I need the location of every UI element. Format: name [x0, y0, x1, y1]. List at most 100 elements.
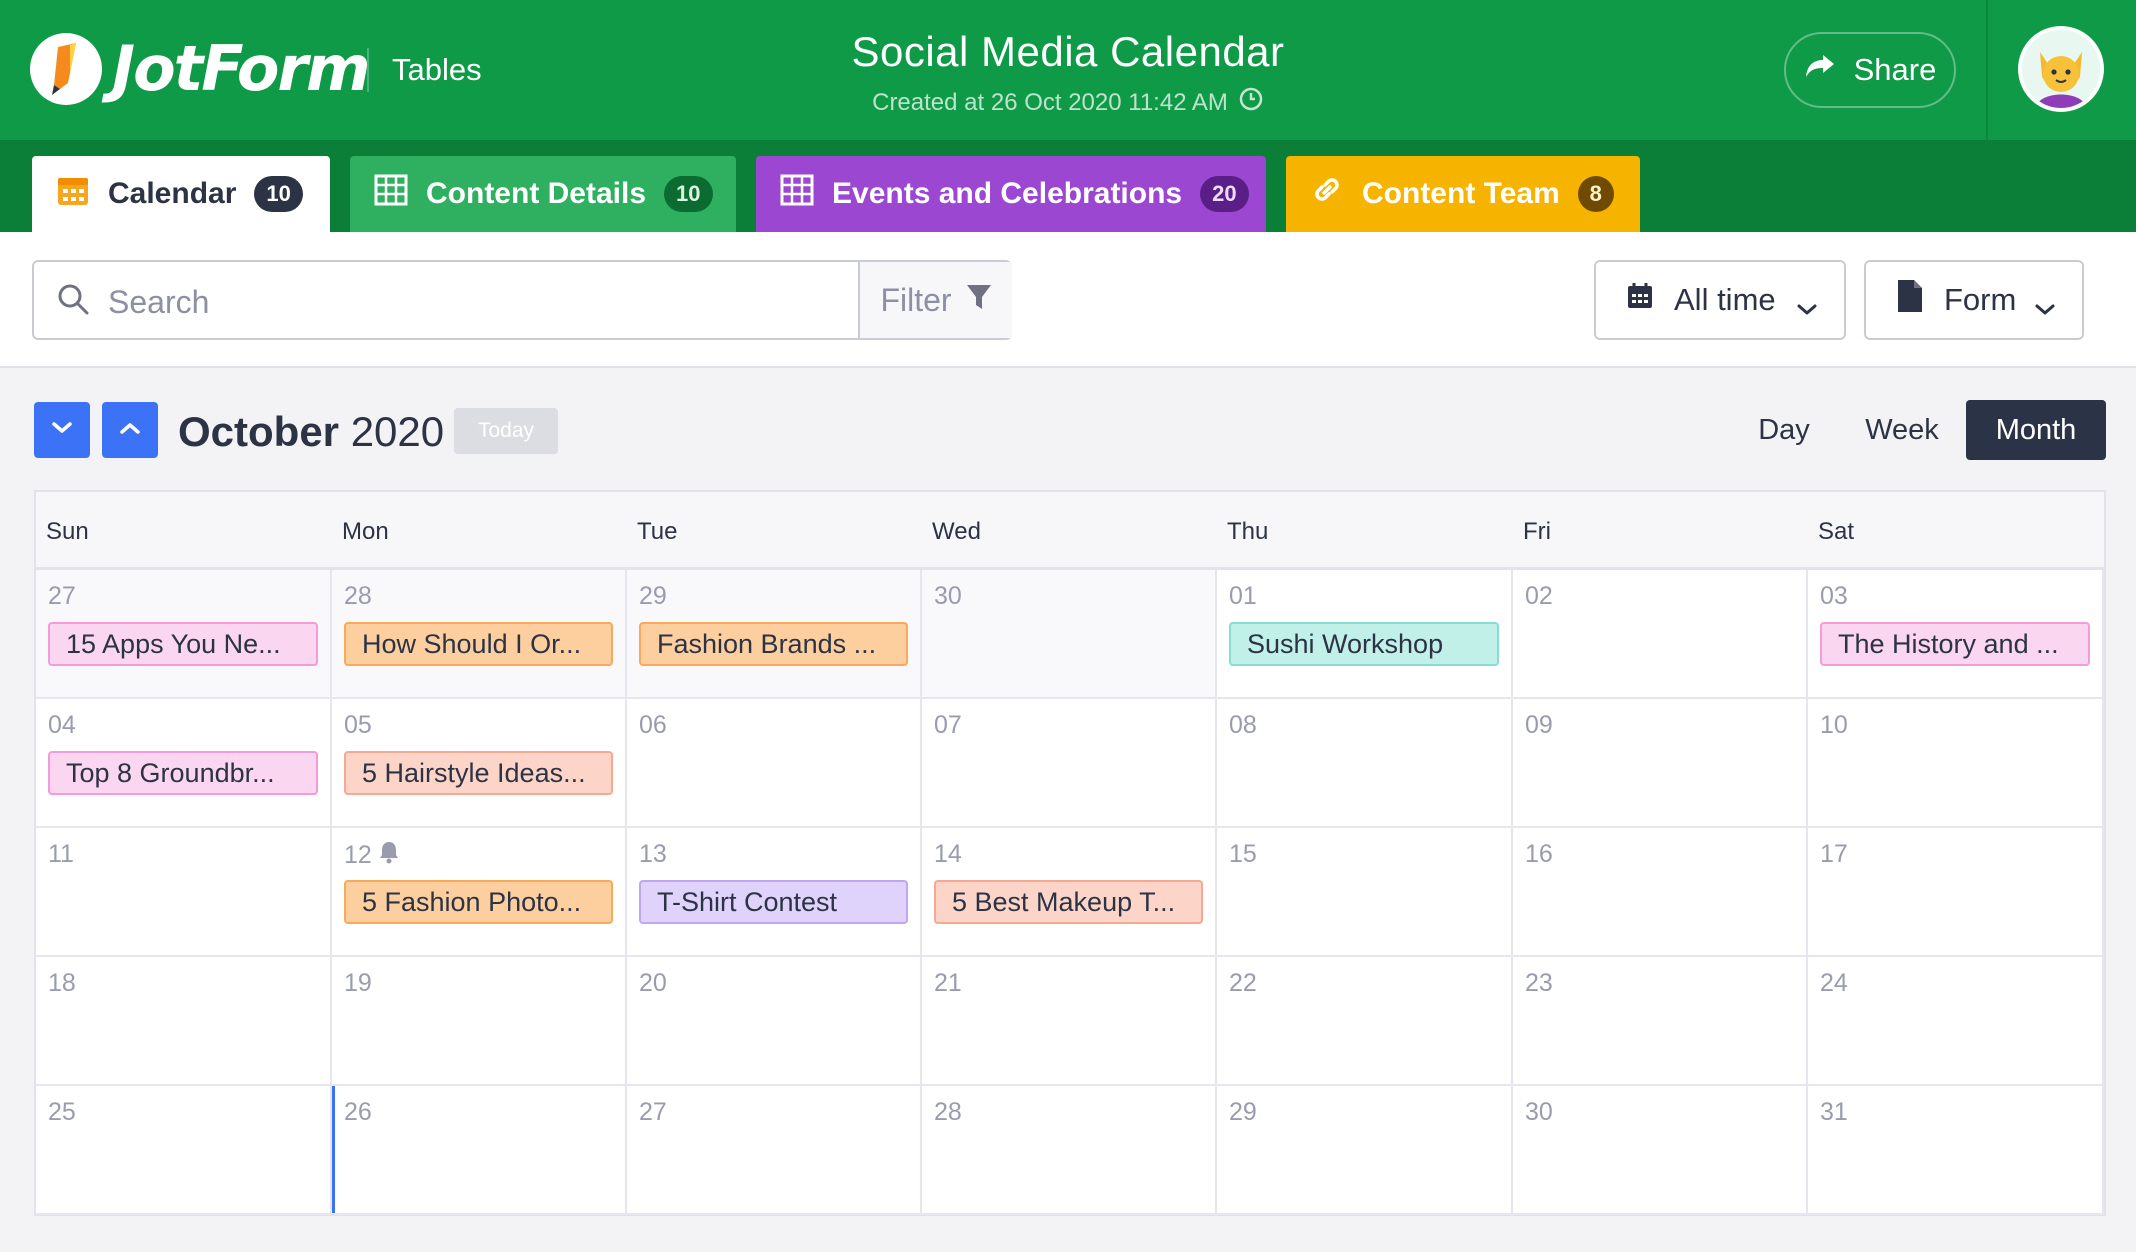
day-number-text: 02 — [1525, 582, 1553, 610]
calendar-event[interactable]: Sushi Workshop — [1229, 622, 1499, 666]
page-title[interactable]: Social Media Calendar — [700, 28, 1436, 76]
day-cell[interactable]: 31 — [1808, 1086, 2104, 1215]
view-week-button[interactable]: Week — [1846, 400, 1958, 460]
day-cell[interactable]: 25 — [36, 1086, 332, 1215]
table-grid-icon — [374, 174, 408, 214]
calendar-event[interactable]: Fashion Brands ... — [639, 622, 908, 666]
day-cell[interactable]: 30 — [1513, 1086, 1808, 1215]
chevron-down-icon — [1796, 290, 1818, 326]
tab-content-details[interactable]: Content Details 10 — [350, 156, 736, 232]
day-cell[interactable]: 08 — [1217, 699, 1513, 828]
tab-events-and-celebrations[interactable]: Events and Celebrations 20 — [756, 156, 1266, 232]
calendar-event[interactable]: T-Shirt Contest — [639, 880, 908, 924]
day-cell[interactable]: 27 — [627, 1086, 922, 1215]
day-number-text: 15 — [1229, 840, 1257, 868]
day-number: 15 — [1229, 840, 1257, 869]
day-number-text: 28 — [344, 582, 372, 610]
day-number-text: 23 — [1525, 969, 1553, 997]
weekday-label: Sat — [1818, 518, 1855, 545]
search-input[interactable]: Search Filter — [32, 260, 1012, 340]
day-number: 19 — [344, 969, 372, 998]
day-cell[interactable]: 23 — [1513, 957, 1808, 1086]
day-cell[interactable]: 28 How Should I Or... — [332, 570, 627, 699]
day-number: 22 — [1229, 969, 1257, 998]
bell-icon[interactable] — [378, 840, 400, 871]
created-at-text: Created at 26 Oct 2020 11:42 AM — [872, 88, 1228, 116]
view-day-button[interactable]: Day — [1740, 400, 1828, 460]
funnel-icon — [966, 282, 992, 319]
view-month-button[interactable]: Month — [1966, 400, 2106, 460]
day-cell[interactable]: 15 — [1217, 828, 1513, 957]
day-number: 11 — [48, 840, 74, 869]
filter-button[interactable]: Filter — [858, 262, 1012, 338]
user-avatar[interactable] — [2018, 26, 2104, 112]
day-cell[interactable]: 24 — [1808, 957, 2104, 1086]
day-number-text: 05 — [344, 711, 372, 739]
day-cell[interactable]: 14 5 Best Makeup T... — [922, 828, 1217, 957]
day-number-text: 09 — [1525, 711, 1553, 739]
day-cell[interactable]: 28 — [922, 1086, 1217, 1215]
weekday-label: Fri — [1523, 518, 1551, 545]
day-cell[interactable]: 19 — [332, 957, 627, 1086]
day-cell[interactable]: 12 5 Fashion Photo... — [332, 828, 627, 957]
tab-label: Content Details — [426, 177, 647, 210]
day-cell[interactable]: 21 — [922, 957, 1217, 1086]
day-number-text: 29 — [1229, 1098, 1257, 1126]
day-cell[interactable]: 01 Sushi Workshop — [1217, 570, 1513, 699]
share-button[interactable]: Share — [1784, 32, 1956, 108]
share-arrow-icon — [1804, 52, 1836, 88]
product-name[interactable]: Tables — [392, 52, 482, 88]
tab-count-badge: 10 — [664, 176, 713, 212]
next-month-button[interactable] — [34, 402, 90, 458]
day-cell[interactable]: 02 — [1513, 570, 1808, 699]
day-cell[interactable]: 26 — [332, 1086, 627, 1215]
day-cell[interactable]: 11 — [36, 828, 332, 957]
search-placeholder: Search — [108, 284, 210, 320]
calendar-event[interactable]: Top 8 Groundbr... — [48, 751, 318, 795]
calendar-event[interactable]: The History and ... — [1820, 622, 2090, 666]
time-range-dropdown[interactable]: All time — [1594, 260, 1846, 340]
jotform-logo[interactable]: JotForm — [30, 32, 371, 105]
day-cell[interactable]: 04 Top 8 Groundbr... — [36, 699, 332, 828]
day-number: 05 — [344, 711, 372, 740]
day-cell[interactable]: 09 — [1513, 699, 1808, 828]
day-cell[interactable]: 18 — [36, 957, 332, 1086]
toolbar: Search Filter All time Form — [0, 232, 2136, 368]
day-cell[interactable]: 29 Fashion Brands ... — [627, 570, 922, 699]
day-cell[interactable]: 06 — [627, 699, 922, 828]
day-cell[interactable]: 10 — [1808, 699, 2104, 828]
day-cell[interactable]: 07 — [922, 699, 1217, 828]
day-cell[interactable]: 13 T-Shirt Contest — [627, 828, 922, 957]
day-number: 16 — [1525, 840, 1553, 869]
calendar-event[interactable]: 5 Hairstyle Ideas... — [344, 751, 613, 795]
day-cell[interactable]: 27 15 Apps You Ne... — [36, 570, 332, 699]
day-cell[interactable]: 03 The History and ... — [1808, 570, 2104, 699]
day-number: 18 — [48, 969, 76, 998]
table-grid-icon — [780, 174, 814, 214]
calendar-event[interactable]: 5 Fashion Photo... — [344, 880, 613, 924]
search-icon — [56, 282, 90, 321]
calendar-icon — [56, 173, 90, 215]
form-dropdown[interactable]: Form — [1864, 260, 2084, 340]
calendar-small-icon — [1626, 282, 1654, 318]
day-cell[interactable]: 16 — [1513, 828, 1808, 957]
tab-calendar[interactable]: Calendar 10 — [32, 156, 330, 232]
day-cell[interactable]: 22 — [1217, 957, 1513, 1086]
tab-content-team[interactable]: Content Team 8 — [1286, 156, 1640, 232]
calendar-event[interactable]: 15 Apps You Ne... — [48, 622, 318, 666]
weekday-label: Tue — [637, 518, 678, 545]
day-number-text: 14 — [934, 840, 962, 868]
day-cell[interactable]: 05 5 Hairstyle Ideas... — [332, 699, 627, 828]
calendar-event[interactable]: How Should I Or... — [344, 622, 613, 666]
form-label: Form — [1944, 282, 2017, 317]
day-cell[interactable]: 29 — [1217, 1086, 1513, 1215]
day-number-text: 16 — [1525, 840, 1553, 868]
day-cell[interactable]: 17 — [1808, 828, 2104, 957]
calendar-event[interactable]: 5 Best Makeup T... — [934, 880, 1203, 924]
day-cell[interactable]: 30 — [922, 570, 1217, 699]
day-cell[interactable]: 20 — [627, 957, 922, 1086]
day-number: 31 — [1820, 1098, 1848, 1127]
previous-month-button[interactable] — [102, 402, 158, 458]
weekday-label: Sun — [46, 518, 89, 545]
today-button[interactable]: Today — [454, 408, 558, 454]
